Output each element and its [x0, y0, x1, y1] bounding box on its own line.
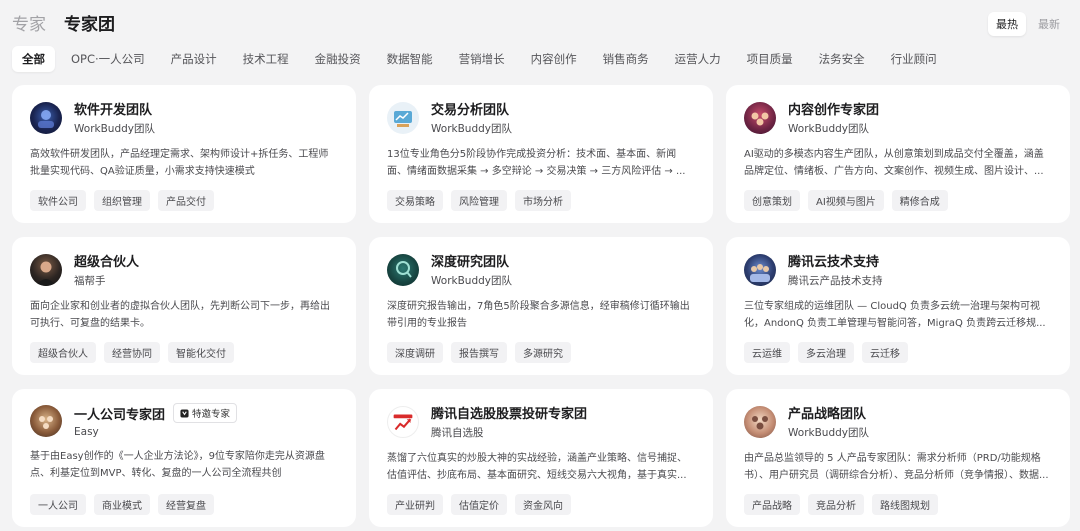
team-description: 面向企业家和创业者的虚拟合伙人团队，先判断公司下一步，再给出可执行、可复盘的结果…: [30, 301, 330, 329]
team-avatar: [30, 101, 62, 134]
team-name: 内容创作专家团: [788, 103, 880, 118]
tab-sales[interactable]: 销售商务: [593, 46, 659, 72]
tab-legal-security[interactable]: 法务安全: [809, 46, 875, 72]
team-description: 13位专业角色分5阶段协作完成投资分析：技术面、基本面、新闻面、情绪面数据采集 …: [387, 149, 686, 177]
team-card[interactable]: 腾讯云技术支持 腾讯云产品技术支持 三位专家组成的运维团队 — CloudQ 负…: [726, 237, 1070, 375]
tab-finance[interactable]: 金融投资: [305, 46, 371, 72]
team-card[interactable]: 深度研究团队 WorkBuddy团队 深度研究报告输出，7角色5阶段聚合多源信息…: [369, 237, 713, 375]
invited-expert-badge: 特邀专家: [173, 403, 238, 423]
team-tag: 云运维: [744, 342, 790, 363]
badge-icon: [180, 408, 189, 418]
sort-toggle: 最热 最新: [988, 12, 1068, 36]
team-description: 蒸馏了六位真实的炒股大神的实战经验，涵盖产业策略、信号捕捉、估值评估、抄底布局、…: [387, 453, 687, 481]
breadcrumb-experts[interactable]: 专家: [12, 10, 46, 35]
category-tabs: 全部 OPC·一人公司 产品设计 技术工程 金融投资 数据智能 营销增长 内容创…: [12, 46, 947, 72]
team-card[interactable]: 超级合伙人 福帮手 面向企业家和创业者的虚拟合伙人团队，先判断公司下一步，再给出…: [12, 237, 356, 375]
team-tag: 资金风向: [515, 494, 571, 515]
team-tag: 估值定价: [451, 494, 507, 515]
team-org: 腾讯云产品技术支持: [788, 275, 883, 287]
team-avatar: [387, 405, 419, 438]
team-card[interactable]: 腾讯自选股股票投研专家团 腾讯自选股 蒸馏了六位真实的炒股大神的实战经验，涵盖产…: [369, 389, 713, 527]
team-tag: 产业研判: [387, 494, 443, 515]
team-name: 软件开发团队: [74, 103, 153, 118]
team-description: 三位专家组成的运维团队 — CloudQ 负责多云统一治理与架构可视化，Ando…: [744, 301, 1046, 329]
tab-industry-advisor[interactable]: 行业顾问: [881, 46, 947, 72]
team-tag: AI视频与图片: [808, 190, 884, 211]
team-tag: 竞品分析: [808, 494, 864, 515]
team-tag: 深度调研: [387, 342, 443, 363]
team-tag: 交易策略: [387, 190, 443, 211]
team-avatar: [744, 253, 776, 286]
team-description: 基于由Easy创作的《一人企业方法论》，9位专家陪你走完从资源盘点、利基定位到M…: [30, 451, 325, 479]
team-tag: 多云治理: [798, 342, 854, 363]
expert-team-grid: 软件开发团队 WorkBuddy团队 高效软件研发团队，产品经理定需求、架构师设…: [12, 85, 1070, 527]
team-name: 产品战略团队: [788, 407, 867, 422]
team-description: 由产品总监领导的 5 人产品专家团队：需求分析师（PRD/功能规格书）、用户研究…: [744, 453, 1049, 481]
team-avatar: [30, 404, 62, 437]
team-avatar: [744, 101, 776, 134]
team-tag: 报告撰写: [451, 342, 507, 363]
tab-operations-hr[interactable]: 运营人力: [665, 46, 731, 72]
team-avatar: [744, 405, 776, 438]
team-tag: 经营复盘: [158, 494, 214, 515]
team-tag: 市场分析: [515, 190, 571, 211]
team-org: WorkBuddy团队: [431, 275, 512, 287]
tab-project-quality[interactable]: 项目质量: [737, 46, 803, 72]
team-card[interactable]: 软件开发团队 WorkBuddy团队 高效软件研发团队，产品经理定需求、架构师设…: [12, 85, 356, 223]
team-tag: 产品交付: [158, 190, 214, 211]
page-header: 专家 专家团: [12, 10, 115, 36]
team-name: 腾讯自选股股票投研专家团: [431, 407, 588, 422]
team-tag: 软件公司: [30, 190, 86, 211]
team-card[interactable]: 交易分析团队 WorkBuddy团队 13位专业角色分5阶段协作完成投资分析：技…: [369, 85, 713, 223]
team-name: 深度研究团队: [431, 255, 510, 270]
team-tag: 组织管理: [94, 190, 150, 211]
team-avatar: [387, 253, 419, 286]
team-description: 深度研究报告输出，7角色5阶段聚合多源信息，经审稿修订循环输出带引用的专业报告: [387, 301, 690, 329]
tab-marketing[interactable]: 营销增长: [449, 46, 515, 72]
team-name: 交易分析团队: [431, 103, 510, 118]
team-tag: 精修合成: [891, 190, 948, 211]
team-tag: 一人公司: [30, 494, 86, 515]
team-org: 腾讯自选股: [431, 427, 484, 439]
team-tag: 超级合伙人: [30, 342, 96, 363]
team-card[interactable]: 产品战略团队 WorkBuddy团队 由产品总监领导的 5 人产品专家团队：需求…: [726, 389, 1070, 527]
tab-tech-engineering[interactable]: 技术工程: [233, 46, 299, 72]
team-tag: 多源研究: [515, 342, 571, 363]
tab-product-design[interactable]: 产品设计: [161, 46, 227, 72]
team-tag: 商业模式: [94, 494, 150, 515]
team-tag: 智能化交付: [168, 342, 234, 363]
team-tag: 创意策划: [744, 190, 800, 211]
sort-hot-button[interactable]: 最热: [988, 12, 1026, 36]
team-org: 福帮手: [74, 275, 106, 287]
team-org: Easy: [74, 426, 99, 438]
team-tag: 路线图规划: [872, 494, 938, 515]
page-title: 专家团: [64, 15, 115, 35]
tab-all[interactable]: 全部: [12, 46, 55, 72]
team-tag: 风险管理: [451, 190, 507, 211]
team-org: WorkBuddy团队: [74, 123, 155, 135]
sort-new-button[interactable]: 最新: [1030, 12, 1068, 36]
team-tag: 云迁移: [862, 342, 908, 363]
team-org: WorkBuddy团队: [788, 427, 869, 439]
team-avatar: [387, 101, 419, 134]
team-description: 高效软件研发团队，产品经理定需求、架构师设计+拆任务、工程师批量实现代码、QA验…: [30, 149, 329, 177]
team-name: 一人公司专家团: [74, 407, 166, 423]
tab-opc[interactable]: OPC·一人公司: [61, 46, 155, 72]
team-name: 腾讯云技术支持: [788, 255, 880, 270]
team-avatar: [30, 253, 62, 286]
badge-label: 特邀专家: [192, 409, 231, 420]
team-description: AI驱动的多模态内容生产团队，从创意策划到成品交付全覆盖，涵盖品牌定位、情绪板、…: [744, 149, 1044, 177]
team-org: WorkBuddy团队: [431, 123, 512, 135]
team-card[interactable]: 内容创作专家团 WorkBuddy团队 AI驱动的多模态内容生产团队，从创意策划…: [726, 85, 1070, 223]
team-tag: 经营协同: [104, 342, 160, 363]
team-tag: 产品战略: [744, 494, 800, 515]
team-org: WorkBuddy团队: [788, 123, 869, 135]
team-card[interactable]: 一人公司专家团 特邀专家 Easy 基于由Easy创作的《一人企业方法论》，9位…: [12, 389, 356, 527]
team-name: 超级合伙人: [74, 255, 140, 270]
tab-data-intelligence[interactable]: 数据智能: [377, 46, 443, 72]
tab-content[interactable]: 内容创作: [521, 46, 587, 72]
